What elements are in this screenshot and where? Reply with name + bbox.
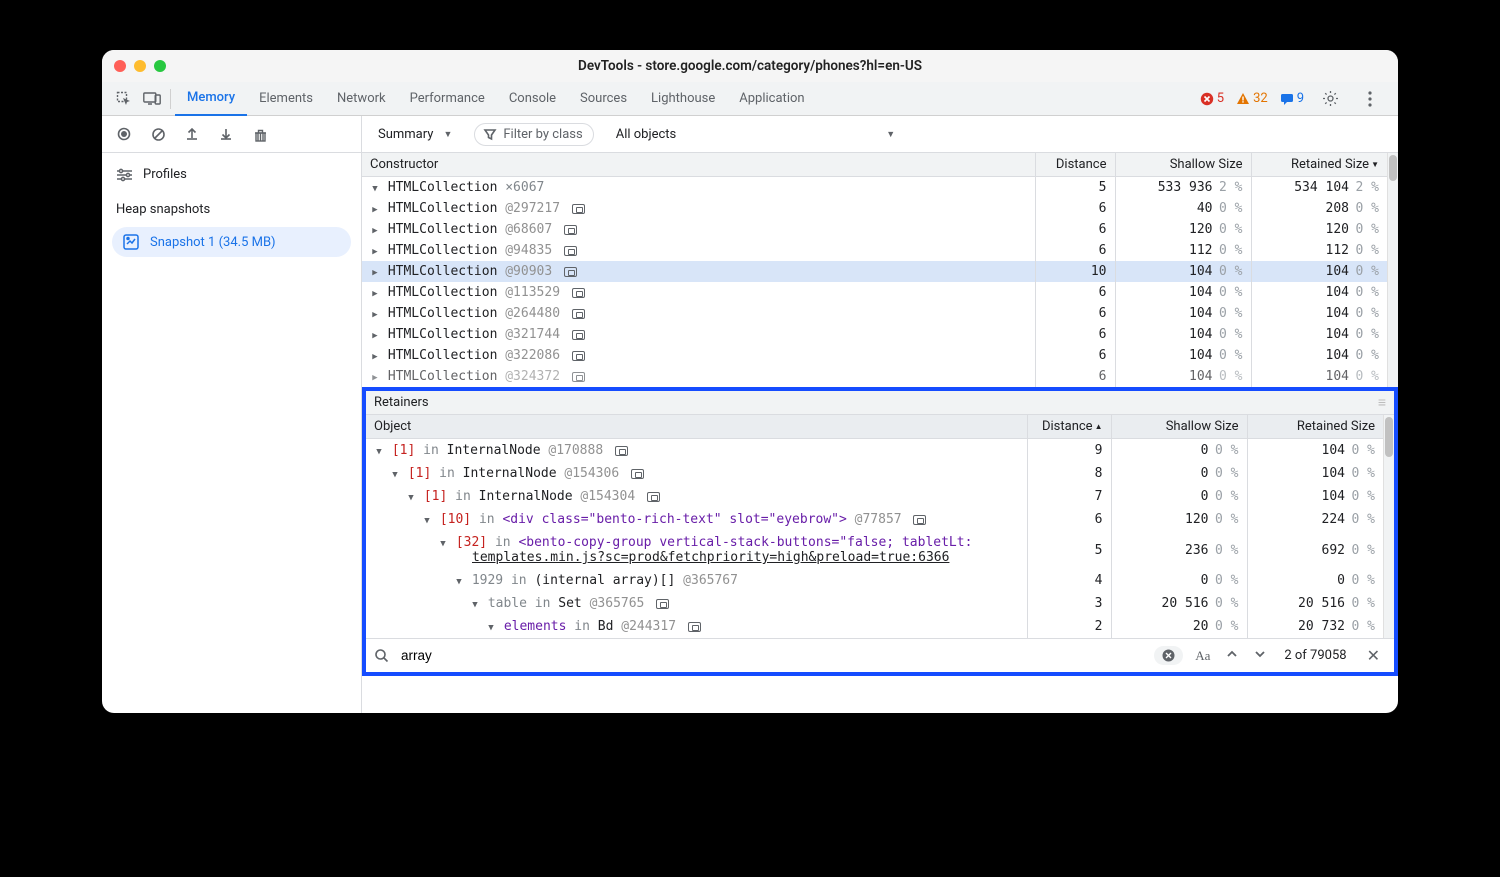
- table-row[interactable]: ▶ HTMLCollection @68607 61200 %1200 %: [362, 219, 1387, 240]
- constructor-scrollbar[interactable]: [1387, 153, 1398, 387]
- devtools-window: DevTools - store.google.com/category/pho…: [102, 50, 1398, 713]
- sidebar: Profiles Heap snapshots Snapshot 1 (34.5…: [102, 153, 362, 713]
- retainers-title: Retainers: [374, 395, 429, 410]
- tab-lighthouse[interactable]: Lighthouse: [639, 82, 727, 116]
- col-constructor[interactable]: Constructor: [362, 153, 1035, 177]
- toolbar-right: Summary▼ Filter by class All objects ▼: [362, 116, 1398, 152]
- col-retained2[interactable]: Retained Size: [1247, 415, 1383, 439]
- tab-application[interactable]: Application: [727, 82, 816, 116]
- close-window-button[interactable]: [114, 60, 126, 72]
- load-icon[interactable]: [180, 122, 204, 146]
- table-row[interactable]: ▼ [1] in InternalNode @170888 900 %1040 …: [366, 439, 1383, 463]
- class-filter[interactable]: Filter by class: [474, 123, 593, 146]
- retainers-table: Object Distance▲ Shallow Size Retained S…: [366, 415, 1383, 638]
- col-shallow[interactable]: Shallow Size: [1115, 153, 1251, 177]
- search-input[interactable]: [397, 644, 1146, 667]
- tab-memory[interactable]: Memory: [175, 82, 247, 116]
- grid-wrap: Constructor Distance Shallow Size Retain…: [362, 153, 1398, 713]
- table-row[interactable]: ▼ 1929 in (internal array)[] @365767 400…: [366, 569, 1383, 592]
- table-row[interactable]: ▼ HTMLCollection ×60675533 9362 %534 104…: [362, 177, 1387, 199]
- minimize-window-button[interactable]: [134, 60, 146, 72]
- tab-performance[interactable]: Performance: [398, 82, 497, 116]
- device-toolbar-icon[interactable]: [138, 85, 166, 113]
- col-distance[interactable]: Distance: [1035, 153, 1115, 177]
- settings-icon[interactable]: [1316, 85, 1344, 113]
- main: Profiles Heap snapshots Snapshot 1 (34.5…: [102, 153, 1398, 713]
- table-row[interactable]: ▼ [10] in <div class="bento-rich-text" s…: [366, 508, 1383, 531]
- record-icon[interactable]: [112, 122, 136, 146]
- table-row[interactable]: ▼ table in Set @365765 320 5160 %20 5160…: [366, 592, 1383, 615]
- table-row[interactable]: ▶ HTMLCollection @321744 61040 %1040 %: [362, 324, 1387, 345]
- snapshot-item[interactable]: Snapshot 1 (34.5 MB): [112, 227, 351, 257]
- table-row[interactable]: ▶ HTMLCollection @322086 61040 %1040 %: [362, 345, 1387, 366]
- status-icons: 5 32 9: [1200, 85, 1390, 113]
- search-count: 2 of 79058: [1278, 648, 1352, 663]
- tab-network[interactable]: Network: [325, 82, 398, 116]
- window-controls: [114, 60, 166, 72]
- filter-icon: [483, 127, 497, 141]
- table-row[interactable]: ▶ HTMLCollection @264480 61040 %1040 %: [362, 303, 1387, 324]
- tab-sources[interactable]: Sources: [568, 82, 639, 116]
- retainers-panel: Retainers ≡ Object Distance▲ Shallow Siz…: [362, 387, 1398, 676]
- constructor-section: Constructor Distance Shallow Size Retain…: [362, 153, 1398, 387]
- save-icon[interactable]: [214, 122, 238, 146]
- retainers-header-row[interactable]: Object Distance▲ Shallow Size Retained S…: [366, 415, 1383, 439]
- window-title: DevTools - store.google.com/category/pho…: [102, 58, 1398, 74]
- toolbar-left: [102, 116, 362, 152]
- more-icon[interactable]: [1356, 85, 1384, 113]
- error-count[interactable]: 5: [1200, 91, 1224, 106]
- warning-count[interactable]: 32: [1236, 91, 1268, 106]
- table-row[interactable]: ▼ [1] in InternalNode @154306 800 %1040 …: [366, 462, 1383, 485]
- retainers-menu-icon[interactable]: ≡: [1378, 394, 1386, 411]
- table-row[interactable]: ▼ [32] in <bento-copy-group vertical-sta…: [366, 531, 1383, 569]
- tab-console[interactable]: Console: [497, 82, 568, 116]
- message-count[interactable]: 9: [1280, 91, 1304, 106]
- clear-icon[interactable]: [146, 122, 170, 146]
- clear-search-chip[interactable]: [1154, 646, 1183, 665]
- view-select[interactable]: Summary▼: [372, 123, 458, 146]
- close-search-button[interactable]: ✕: [1361, 646, 1386, 665]
- table-row[interactable]: ▶ HTMLCollection @324372 61040 %1040 %: [362, 366, 1387, 387]
- heap-snapshots-label: Heap snapshots: [102, 188, 361, 223]
- tab-elements[interactable]: Elements: [247, 82, 325, 116]
- next-match-button[interactable]: [1250, 648, 1270, 664]
- retainers-title-bar: Retainers ≡: [366, 391, 1394, 415]
- maximize-window-button[interactable]: [154, 60, 166, 72]
- panel-tabs: Memory Elements Network Performance Cons…: [102, 82, 1398, 116]
- col-object[interactable]: Object: [366, 415, 1027, 439]
- search-bar: Aa 2 of 79058 ✕: [366, 638, 1394, 672]
- table-row[interactable]: ▼ elements in Bd @244317 2200 %20 7320 %: [366, 615, 1383, 638]
- inspect-element-icon[interactable]: [110, 85, 138, 113]
- table-row[interactable]: ▶ HTMLCollection @113529 61040 %1040 %: [362, 282, 1387, 303]
- constructor-table: Constructor Distance Shallow Size Retain…: [362, 153, 1387, 387]
- constructor-header-row[interactable]: Constructor Distance Shallow Size Retain…: [362, 153, 1387, 177]
- snapshot-icon: [122, 233, 140, 251]
- match-case-toggle[interactable]: Aa: [1191, 648, 1214, 664]
- scope-select[interactable]: All objects ▼: [610, 123, 901, 146]
- col-shallow2[interactable]: Shallow Size: [1111, 415, 1247, 439]
- sliders-icon: [116, 168, 133, 182]
- table-row[interactable]: ▼ [1] in InternalNode @154304 700 %1040 …: [366, 485, 1383, 508]
- table-row[interactable]: ▶ HTMLCollection @90903 101040 %1040 %: [362, 261, 1387, 282]
- prev-match-button[interactable]: [1222, 648, 1242, 664]
- table-row[interactable]: ▶ HTMLCollection @297217 6400 %2080 %: [362, 198, 1387, 219]
- col-retained[interactable]: Retained Size▼: [1251, 153, 1387, 177]
- col-distance2[interactable]: Distance▲: [1027, 415, 1111, 439]
- profiles-heading[interactable]: Profiles: [102, 161, 361, 188]
- gc-icon[interactable]: [248, 122, 272, 146]
- memory-toolbar: Summary▼ Filter by class All objects ▼: [102, 116, 1398, 153]
- search-icon: [374, 648, 389, 663]
- titlebar: DevTools - store.google.com/category/pho…: [102, 50, 1398, 82]
- retainers-scrollbar[interactable]: [1383, 415, 1394, 638]
- table-row[interactable]: ▶ HTMLCollection @94835 61120 %1120 %: [362, 240, 1387, 261]
